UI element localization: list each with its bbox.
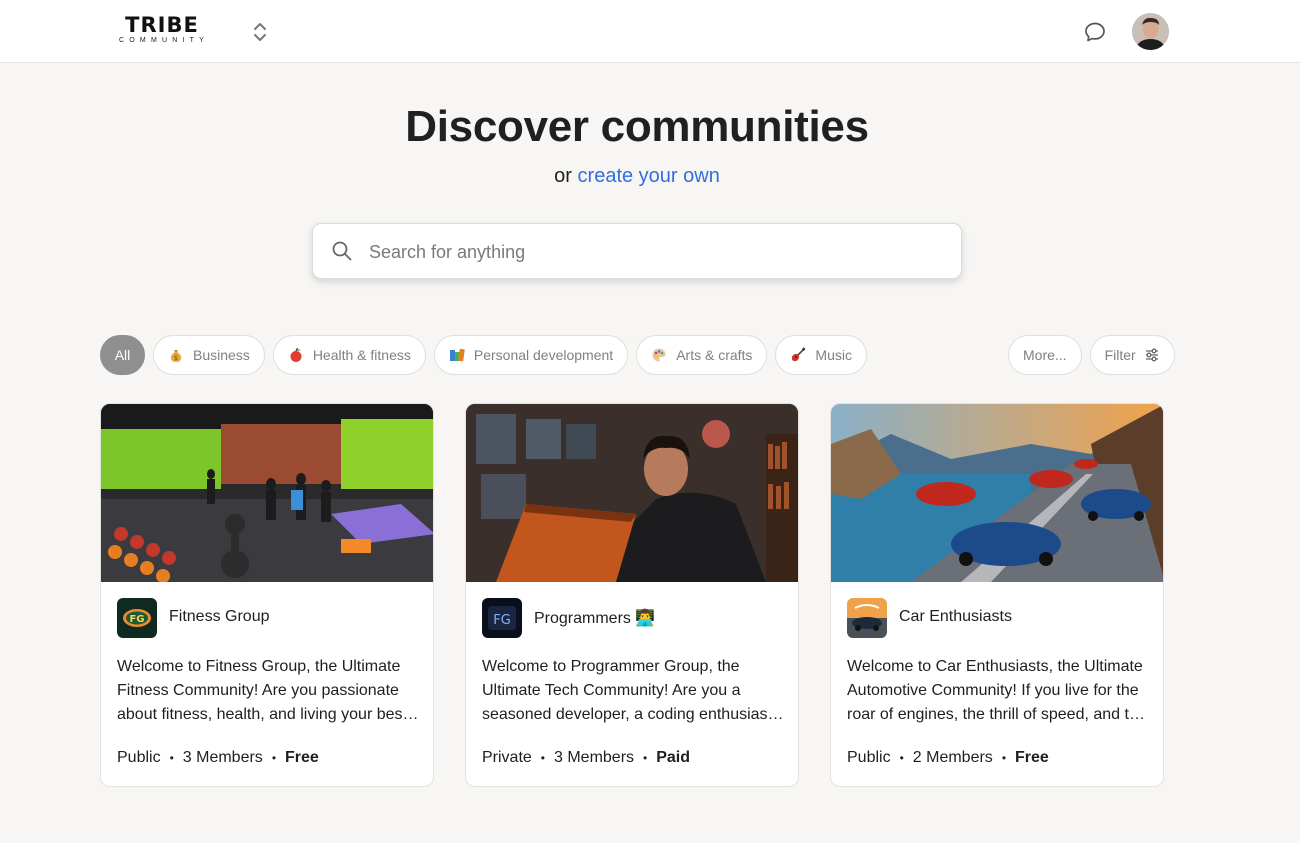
price-label: Free xyxy=(285,749,319,766)
create-community-link[interactable]: create your own xyxy=(578,165,720,187)
search-icon xyxy=(331,240,353,262)
chip-label: Music xyxy=(815,347,852,363)
separator: • xyxy=(643,751,648,765)
chat-bubble-icon[interactable] xyxy=(1083,20,1107,44)
subtitle-prefix: or xyxy=(554,165,572,187)
members-count: 2 Members xyxy=(912,749,993,766)
chip-label: Business xyxy=(193,347,250,363)
separator: • xyxy=(899,751,904,765)
community-name: Car Enthusiasts xyxy=(899,608,1012,625)
members-count: 3 Members xyxy=(554,749,635,766)
svg-text:FG: FG xyxy=(129,614,144,625)
chip-label: Health & fitness xyxy=(312,347,411,363)
chip-label: Personal development xyxy=(473,347,614,363)
books-icon xyxy=(449,347,465,363)
community-name: Programmers 👨‍💻 xyxy=(534,610,656,627)
community-meta: Public • 3 Members • Free xyxy=(117,749,319,767)
community-description: Welcome to Programmer Group, the Ultimat… xyxy=(482,658,777,723)
separator: • xyxy=(1001,751,1007,765)
chip-health-fitness[interactable]: Health & fitness xyxy=(272,335,426,375)
community-meta: Public • 2 Members • Free xyxy=(847,749,1049,767)
top-header: TRIBE COMMUNITY xyxy=(0,0,1300,63)
community-cover-image xyxy=(831,404,1163,582)
community-switcher-chevrons-icon[interactable] xyxy=(250,20,270,44)
community-logo: FG xyxy=(117,598,157,638)
search-input[interactable] xyxy=(369,236,939,268)
community-card[interactable]: FG Programmers 👨‍💻 Welcome to Programmer… xyxy=(465,403,799,787)
chip-actions: More... Filter xyxy=(1008,335,1175,375)
chip-music[interactable]: Music xyxy=(775,335,867,375)
chip-label: All xyxy=(114,347,131,363)
money-bag-icon: $ xyxy=(168,347,184,363)
community-meta: Private • 3 Members • Paid xyxy=(482,749,690,767)
page-subtitle: or create your own xyxy=(0,165,1274,188)
community-description: Welcome to Car Enthusiasts, the Ultimate… xyxy=(847,658,1147,723)
community-card[interactable]: Car Enthusiasts Welcome to Car Enthusias… xyxy=(830,403,1164,787)
chip-business[interactable]: $ Business xyxy=(153,335,265,375)
separator: • xyxy=(271,751,277,765)
more-categories-button[interactable]: More... xyxy=(1008,335,1082,375)
page-title: Discover communities xyxy=(405,102,869,151)
privacy-label: Public xyxy=(117,749,161,766)
chip-arts-crafts[interactable]: Arts & crafts xyxy=(636,335,768,375)
logo-subtitle: COMMUNITY xyxy=(119,37,209,44)
chip-label: Arts & crafts xyxy=(676,347,753,363)
privacy-label: Private xyxy=(482,749,532,766)
filter-button[interactable]: Filter xyxy=(1089,335,1175,375)
community-card[interactable]: FG Fitness Group Welcome to Fitness Grou… xyxy=(100,403,434,787)
community-cover-image xyxy=(101,404,433,582)
sliders-icon xyxy=(1145,348,1158,362)
svg-text:$: $ xyxy=(174,354,178,362)
privacy-label: Public xyxy=(847,749,891,766)
price-label: Free xyxy=(1015,749,1049,766)
search-box[interactable] xyxy=(312,223,962,279)
community-logo xyxy=(847,598,887,638)
price-label: Paid xyxy=(656,749,691,766)
svg-text:FG: FG xyxy=(493,613,511,628)
filter-label: Filter xyxy=(1104,347,1136,363)
chip-personal-development[interactable]: Personal development xyxy=(433,335,629,375)
separator: • xyxy=(169,751,174,765)
members-count: 3 Members xyxy=(182,749,263,766)
community-cover-image xyxy=(466,404,798,582)
separator: • xyxy=(540,751,545,765)
palette-icon xyxy=(651,347,667,363)
tribe-logo[interactable]: TRIBE COMMUNITY xyxy=(104,14,220,46)
category-chips: All $ Business Health & fitness Personal… xyxy=(100,335,867,375)
chip-all[interactable]: All xyxy=(100,335,145,375)
logo-title: TRIBE xyxy=(125,13,199,37)
apple-icon xyxy=(288,347,304,363)
community-logo: FG xyxy=(482,598,522,638)
user-avatar[interactable] xyxy=(1132,13,1169,50)
community-description: Welcome to Fitness Group, the Ultimate F… xyxy=(117,658,407,723)
community-name: Fitness Group xyxy=(169,608,270,625)
guitar-icon xyxy=(790,347,806,363)
